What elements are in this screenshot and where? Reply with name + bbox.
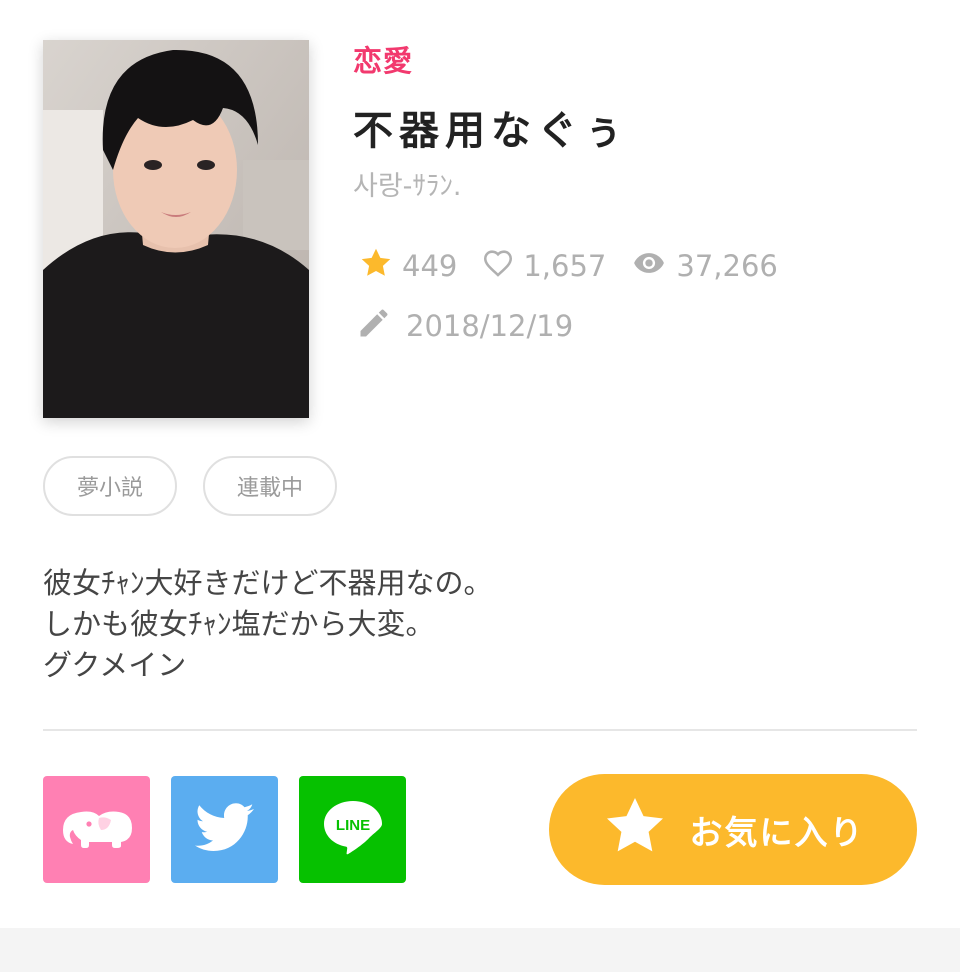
line-icon: LINE — [320, 797, 386, 863]
star-count: 449 — [358, 245, 457, 288]
tag-list: 夢小説 連載中 — [43, 456, 363, 516]
heart-icon — [481, 246, 523, 287]
line-icon-text: LINE — [335, 817, 369, 834]
description-line: 彼女ﾁｬﾝ大好きだけど不器用なの。 — [43, 566, 493, 600]
cover-photo — [43, 40, 309, 418]
share-line-button[interactable]: LINE — [299, 776, 406, 883]
like-count-value: 1,657 — [523, 249, 607, 283]
description-line: グクメイン — [43, 648, 187, 682]
updated-date: 2018/12/19 — [356, 306, 573, 346]
tag-serializing[interactable]: 連載中 — [203, 456, 338, 516]
view-count-value: 37,266 — [676, 249, 778, 283]
author-name[interactable]: 사랑-ｻﾗﾝ. — [353, 164, 462, 203]
story-description: 彼女ﾁｬﾝ大好きだけど不器用なの。 しかも彼女ﾁｬﾝ塩だから大変。 グクメイン — [43, 563, 913, 686]
genre-label[interactable]: 恋愛 — [353, 38, 413, 80]
tag-dream-novel[interactable]: 夢小説 — [43, 456, 178, 516]
story-stats: 449 1,657 37,266 — [358, 246, 802, 286]
pencil-icon — [356, 305, 406, 348]
star-icon — [602, 794, 690, 866]
cover-image[interactable] — [43, 40, 309, 418]
favorite-label: お気に入り — [689, 812, 865, 852]
star-icon — [358, 245, 402, 288]
updated-date-value: 2018/12/19 — [406, 309, 574, 343]
twitter-bird-icon — [194, 802, 255, 857]
eye-icon — [630, 246, 676, 287]
footer-band — [0, 928, 960, 972]
share-elephant-button[interactable] — [43, 776, 150, 883]
view-count: 37,266 — [630, 246, 778, 287]
star-count-value: 449 — [402, 249, 458, 283]
story-title: 不器用なぐぅ — [353, 108, 629, 154]
description-line: しかも彼女ﾁｬﾝ塩だから大変。 — [43, 607, 435, 641]
favorite-button[interactable]: お気に入り — [549, 774, 917, 885]
divider — [43, 729, 917, 731]
share-twitter-button[interactable] — [171, 776, 278, 883]
elephant-icon — [59, 806, 135, 854]
like-count: 1,657 — [481, 246, 606, 287]
